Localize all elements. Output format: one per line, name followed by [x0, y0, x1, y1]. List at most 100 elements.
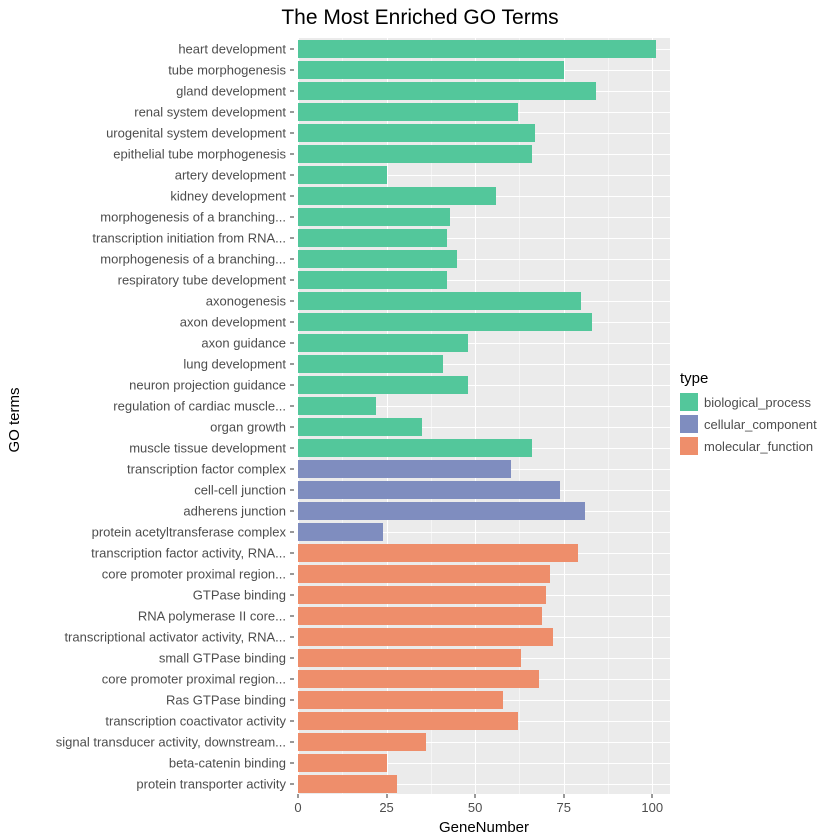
y-tick — [290, 258, 294, 259]
bar — [298, 712, 518, 730]
y-tick-label: RNA polymerase II core... — [0, 609, 286, 622]
bar — [298, 376, 468, 394]
x-tick-label: 25 — [379, 800, 393, 815]
y-tick-label: organ growth — [0, 420, 286, 433]
y-tick — [290, 594, 294, 595]
bar — [298, 649, 521, 667]
x-tick-labels: 0255075100 — [298, 794, 670, 824]
bar — [298, 754, 387, 772]
x-tick — [652, 794, 653, 798]
bar — [298, 565, 550, 583]
plot-panel — [298, 38, 670, 794]
y-tick — [290, 195, 294, 196]
grid-line-minor — [608, 38, 609, 794]
y-tick — [290, 468, 294, 469]
bar — [298, 502, 585, 520]
y-tick-label: Ras GTPase binding — [0, 693, 286, 706]
y-tick — [290, 300, 294, 301]
y-tick-label: renal system development — [0, 105, 286, 118]
y-tick-label: core promoter proximal region... — [0, 672, 286, 685]
y-tick-label: tube morphogenesis — [0, 63, 286, 76]
y-tick-label: protein transporter activity — [0, 777, 286, 790]
y-tick — [290, 90, 294, 91]
y-tick-label: axon guidance — [0, 336, 286, 349]
x-tick-label: 100 — [641, 800, 663, 815]
bar — [298, 334, 468, 352]
y-tick-label: transcription coactivator activity — [0, 714, 286, 727]
y-tick — [290, 762, 294, 763]
y-tick-label: transcription initiation from RNA... — [0, 231, 286, 244]
legend-label: cellular_component — [704, 417, 817, 432]
y-tick-label: beta-catenin binding — [0, 756, 286, 769]
bar — [298, 124, 535, 142]
y-tick-label: morphogenesis of a branching... — [0, 210, 286, 223]
legend-title: type — [680, 370, 817, 387]
x-tick — [563, 794, 564, 798]
y-tick — [290, 510, 294, 511]
y-tick — [290, 447, 294, 448]
bar — [298, 397, 376, 415]
y-tick-label: gland development — [0, 84, 286, 97]
y-tick — [290, 111, 294, 112]
bar — [298, 166, 387, 184]
go-enrichment-chart: The Most Enriched GO Terms GO terms Gene… — [0, 0, 840, 840]
y-tick-label: respiratory tube development — [0, 273, 286, 286]
bar — [298, 61, 564, 79]
y-tick — [290, 384, 294, 385]
y-tick — [290, 237, 294, 238]
y-tick-label: core promoter proximal region... — [0, 567, 286, 580]
y-tick — [290, 363, 294, 364]
y-tick-label: regulation of cardiac muscle... — [0, 399, 286, 412]
bar — [298, 208, 450, 226]
bar — [298, 229, 447, 247]
y-tick-label: artery development — [0, 168, 286, 181]
x-tick — [386, 794, 387, 798]
bar — [298, 103, 518, 121]
y-tick — [290, 699, 294, 700]
y-tick-label: kidney development — [0, 189, 286, 202]
legend-label: biological_process — [704, 395, 811, 410]
y-tick — [290, 279, 294, 280]
bar — [298, 355, 443, 373]
y-tick — [290, 153, 294, 154]
y-tick — [290, 489, 294, 490]
y-tick — [290, 405, 294, 406]
y-tick-label: transcription factor activity, RNA... — [0, 546, 286, 559]
grid-line — [564, 38, 565, 794]
bar — [298, 82, 596, 100]
y-tick-label: lung development — [0, 357, 286, 370]
bar — [298, 40, 656, 58]
y-tick-label: axonogenesis — [0, 294, 286, 307]
bar — [298, 271, 447, 289]
bar — [298, 670, 539, 688]
y-tick — [290, 342, 294, 343]
bar — [298, 313, 592, 331]
y-tick — [290, 48, 294, 49]
y-tick-label: adherens junction — [0, 504, 286, 517]
bar — [298, 145, 532, 163]
y-tick — [290, 174, 294, 175]
legend-item-cc: cellular_component — [680, 415, 817, 433]
bar — [298, 439, 532, 457]
legend-swatch-icon — [680, 437, 698, 455]
y-tick-label: cell-cell junction — [0, 483, 286, 496]
y-tick-label: GTPase binding — [0, 588, 286, 601]
bar — [298, 523, 383, 541]
y-tick — [290, 720, 294, 721]
x-tick — [475, 794, 476, 798]
y-tick-label: muscle tissue development — [0, 441, 286, 454]
bar — [298, 586, 546, 604]
x-tick-label: 0 — [294, 800, 301, 815]
y-tick — [290, 426, 294, 427]
y-tick — [290, 783, 294, 784]
y-tick-labels: heart developmenttube morphogenesisgland… — [0, 38, 294, 794]
legend-swatch-icon — [680, 415, 698, 433]
x-tick — [298, 794, 299, 798]
bar — [298, 250, 457, 268]
y-tick — [290, 573, 294, 574]
legend-item-mf: molecular_function — [680, 437, 817, 455]
y-tick-label: transcriptional activator activity, RNA.… — [0, 630, 286, 643]
bar — [298, 733, 426, 751]
y-tick — [290, 216, 294, 217]
y-tick-label: urogenital system development — [0, 126, 286, 139]
